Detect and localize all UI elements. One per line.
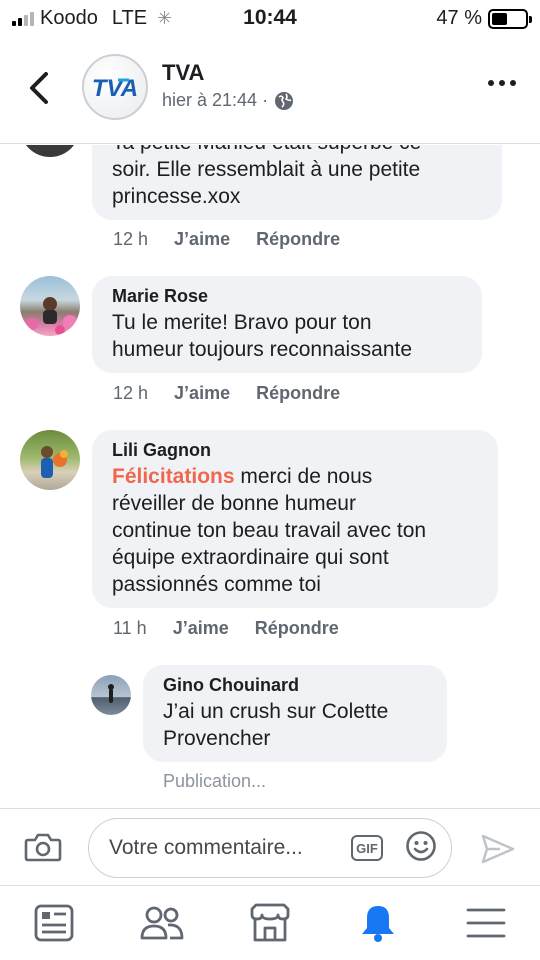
comment-age: 11 h — [113, 618, 147, 638]
more-icon — [488, 80, 516, 86]
gif-button[interactable]: GIF — [351, 835, 383, 861]
commenter-avatar[interactable] — [20, 145, 80, 157]
bottom-navigation — [0, 886, 540, 960]
notifications-icon — [362, 906, 394, 942]
replier-avatar[interactable] — [91, 675, 131, 715]
send-icon — [481, 834, 515, 864]
commenter-avatar[interactable] — [20, 276, 80, 336]
battery-percent: 47 % — [436, 7, 482, 29]
reply-link[interactable]: Répondre — [256, 229, 340, 250]
commenter-avatar[interactable] — [20, 430, 80, 490]
like-link[interactable]: J’aime — [174, 229, 230, 250]
tab-menu[interactable] — [456, 893, 516, 953]
camera-button[interactable] — [24, 831, 62, 868]
camera-icon — [24, 833, 62, 862]
comment-text: Tu le merite! Bravo pour ton humeur touj… — [112, 311, 413, 361]
comment-text: J’ai un crush sur Colette Provencher — [163, 700, 389, 750]
menu-icon — [466, 908, 506, 938]
friends-icon — [140, 906, 184, 940]
comment-author[interactable]: Marie Rose — [112, 286, 464, 307]
reply-link[interactable]: Répondre — [256, 383, 340, 404]
logo-text: TVA — [92, 75, 138, 102]
comment-placeholder: Votre commentaire... — [109, 836, 303, 859]
comment-age: 12 h — [113, 383, 149, 403]
back-button[interactable] — [22, 68, 58, 108]
reply-link[interactable]: Répondre — [255, 618, 339, 639]
page-avatar[interactable]: TVA — [82, 54, 148, 120]
profile-photo — [108, 684, 114, 703]
comment-bubble[interactable]: Lili Gagnon Félicitations merci de nous … — [92, 430, 498, 608]
comment-bubble[interactable]: Marie Rose Tu le merite! Bravo pour ton … — [92, 276, 482, 373]
comment-bubble[interactable]: Ta petite Manieu était superbe ce soir. … — [92, 145, 502, 220]
comment-actions: 12 h J’aime Répondre — [113, 383, 340, 404]
emoji-icon — [406, 830, 436, 861]
tva-logo: TVA — [85, 72, 145, 102]
comment-input[interactable]: Votre commentaire... GIF — [88, 818, 452, 878]
comment-author[interactable]: Lili Gagnon — [112, 440, 480, 461]
profile-photo — [41, 446, 68, 478]
tab-notifications[interactable] — [348, 893, 408, 953]
comment-author[interactable]: Gino Chouinard — [163, 675, 429, 696]
send-button[interactable] — [480, 833, 516, 870]
comment-actions: 12 h J’aime Répondre — [113, 229, 340, 250]
more-button[interactable] — [488, 80, 516, 86]
like-link[interactable]: J’aime — [173, 618, 229, 639]
page-name[interactable]: TVA — [162, 60, 204, 86]
chevron-left-icon — [30, 72, 48, 104]
comment-text: Ta petite Manieu était superbe ce soir. … — [112, 145, 421, 208]
globe-icon — [275, 91, 294, 110]
comment-age: 12 h — [113, 229, 149, 249]
marketplace-icon — [250, 903, 290, 942]
post-header: TVA TVA hier à 21:44 · — [0, 40, 540, 144]
tab-friends[interactable] — [132, 893, 192, 953]
reply-bubble[interactable]: Gino Chouinard J’ai un crush sur Colette… — [143, 665, 447, 762]
tab-news-feed[interactable] — [24, 893, 84, 953]
comment-composer: Votre commentaire... GIF — [0, 808, 540, 886]
like-link[interactable]: J’aime — [174, 383, 230, 404]
mention-highlight[interactable]: Félicitations — [112, 465, 235, 488]
publishing-status: Publication... — [163, 771, 267, 791]
comments-list[interactable]: Ta petite Manieu était superbe ce soir. … — [0, 145, 540, 807]
tab-marketplace[interactable] — [240, 893, 300, 953]
news-feed-icon — [34, 904, 74, 942]
emoji-button[interactable] — [405, 830, 437, 867]
status-bar: Koodo LTE ✳ 10:44 47 % — [0, 0, 540, 36]
post-timestamp: hier à 21:44 · — [162, 90, 269, 110]
comment-actions: 11 h J’aime Répondre — [113, 618, 339, 639]
profile-photo — [26, 297, 77, 335]
battery-icon — [488, 8, 532, 29]
